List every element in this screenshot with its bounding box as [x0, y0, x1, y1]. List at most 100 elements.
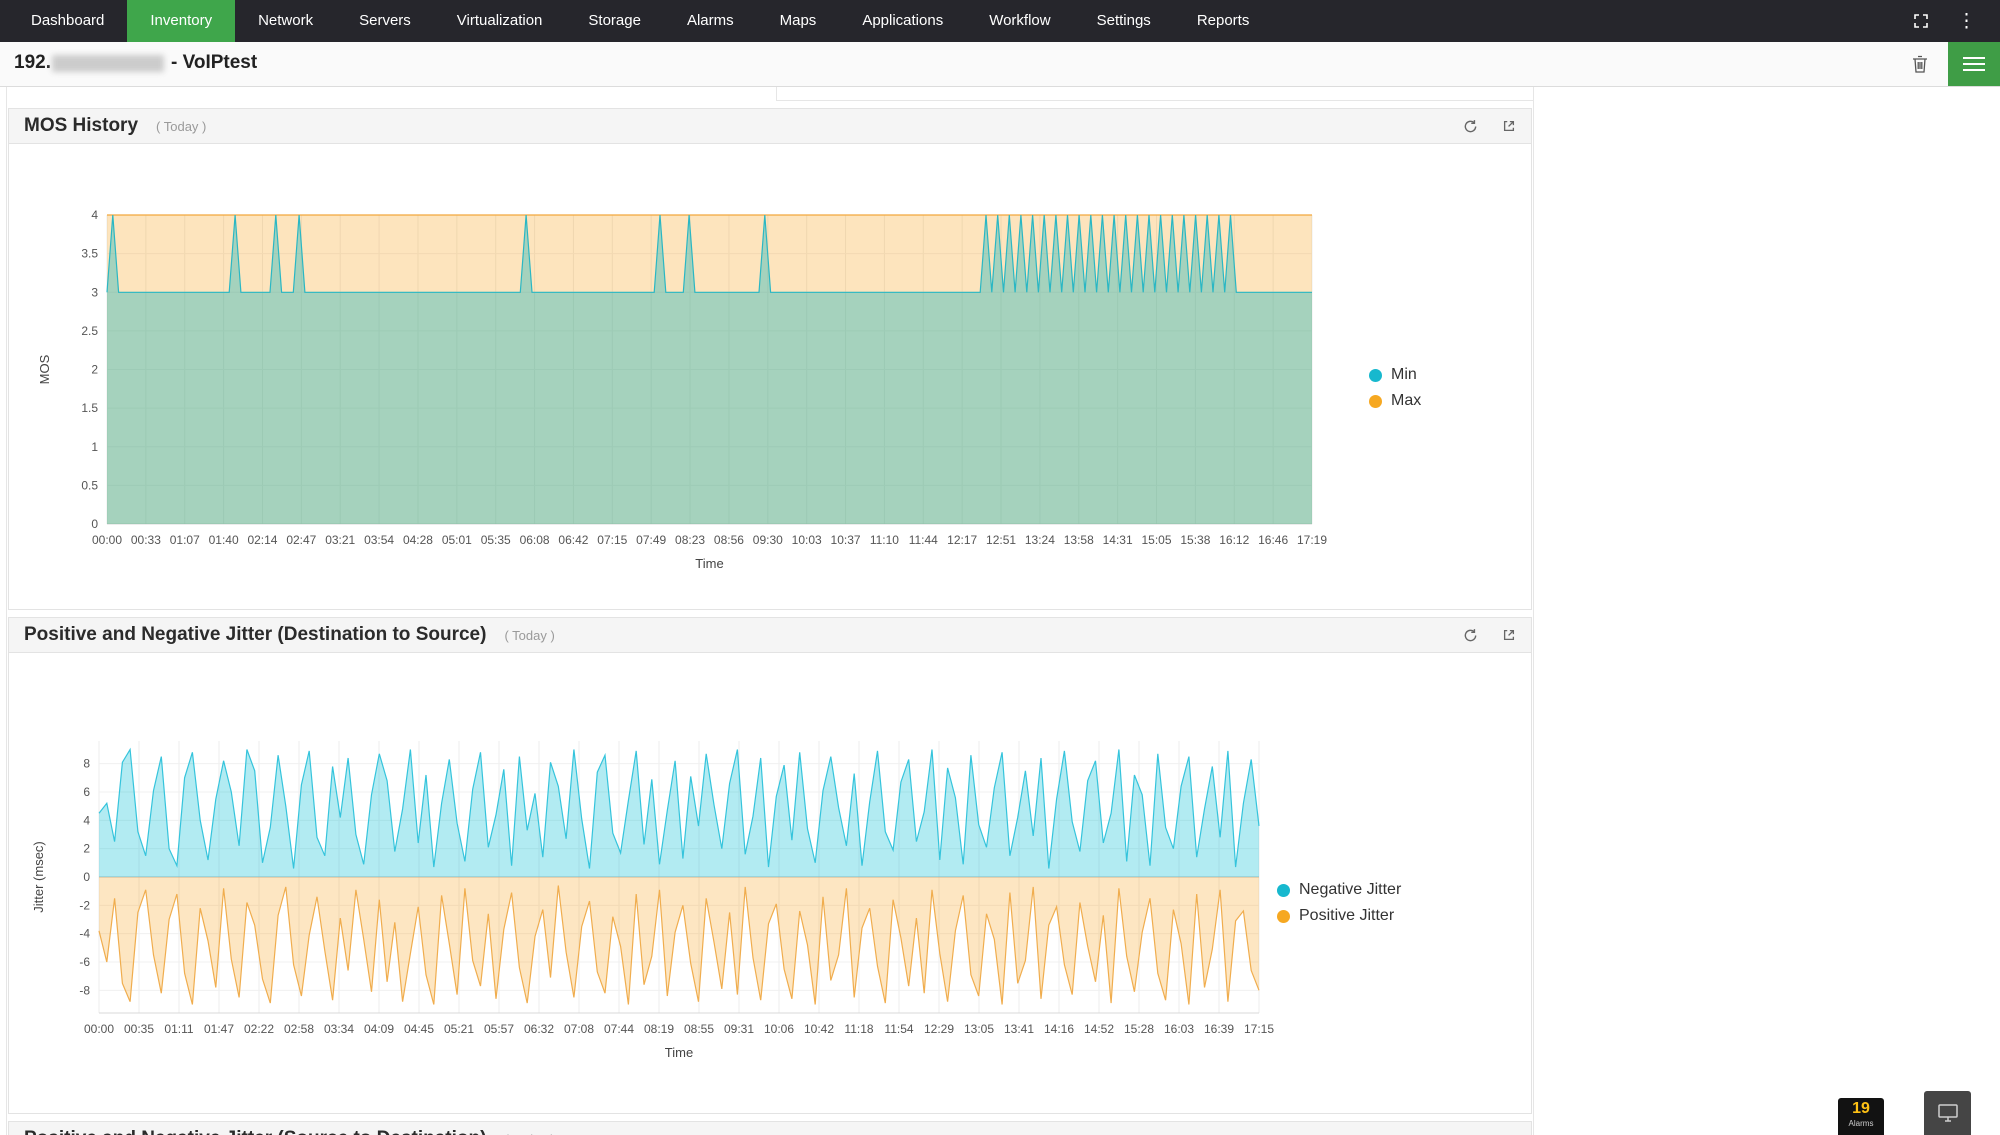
svg-text:17:19: 17:19: [1297, 533, 1327, 547]
svg-text:11:44: 11:44: [909, 533, 938, 547]
legend-label: Positive Jitter: [1299, 907, 1394, 925]
svg-text:01:11: 01:11: [164, 1022, 193, 1036]
svg-text:4: 4: [83, 813, 90, 827]
legend-item[interactable]: Max: [1369, 392, 1421, 410]
svg-text:13:58: 13:58: [1064, 533, 1094, 547]
svg-text:00:33: 00:33: [131, 533, 161, 547]
svg-text:10:03: 10:03: [792, 533, 822, 547]
refresh-icon[interactable]: [1463, 119, 1478, 134]
svg-text:05:35: 05:35: [481, 533, 511, 547]
refresh-icon[interactable]: [1463, 628, 1478, 643]
legend-item[interactable]: Negative Jitter: [1277, 881, 1401, 899]
jitter-legend: Negative Jitter Positive Jitter: [1277, 881, 1401, 925]
svg-text:06:42: 06:42: [558, 533, 588, 547]
svg-text:04:45: 04:45: [404, 1022, 434, 1036]
svg-text:2: 2: [83, 842, 90, 856]
svg-text:3: 3: [91, 285, 98, 299]
svg-text:13:24: 13:24: [1025, 533, 1055, 547]
device-header: 192. - VoIPtest: [0, 42, 2000, 87]
page-title: 192. - VoIPtest: [14, 52, 257, 74]
nav-item-settings[interactable]: Settings: [1074, 0, 1174, 42]
svg-text:02:58: 02:58: [284, 1022, 314, 1036]
svg-text:1.5: 1.5: [81, 401, 98, 415]
svg-text:10:37: 10:37: [831, 533, 861, 547]
svg-text:14:52: 14:52: [1084, 1022, 1114, 1036]
main-content: MOS History ( Today ) 00:0000:3301:0701:…: [6, 87, 1534, 1135]
svg-text:2: 2: [91, 363, 98, 377]
svg-text:08:19: 08:19: [644, 1022, 674, 1036]
svg-text:05:21: 05:21: [444, 1022, 474, 1036]
popout-icon[interactable]: [1502, 628, 1516, 642]
delete-device-icon[interactable]: [1912, 55, 1928, 78]
nav-item-workflow[interactable]: Workflow: [966, 0, 1073, 42]
svg-text:13:05: 13:05: [964, 1022, 994, 1036]
svg-text:15:38: 15:38: [1180, 533, 1210, 547]
panel-header: MOS History ( Today ): [9, 109, 1531, 144]
svg-text:01:40: 01:40: [209, 533, 239, 547]
svg-text:10:42: 10:42: [804, 1022, 834, 1036]
svg-text:06:08: 06:08: [520, 533, 550, 547]
popout-icon[interactable]: [1502, 119, 1516, 133]
svg-text:12:51: 12:51: [986, 533, 1016, 547]
nav-item-alarms[interactable]: Alarms: [664, 0, 757, 42]
svg-text:09:30: 09:30: [753, 533, 783, 547]
kebab-menu-icon[interactable]: ⋮: [1957, 12, 1976, 31]
svg-text:01:07: 01:07: [170, 533, 200, 547]
svg-text:09:31: 09:31: [724, 1022, 754, 1036]
nav-item-reports[interactable]: Reports: [1174, 0, 1273, 42]
nav-item-servers[interactable]: Servers: [336, 0, 434, 42]
panel-title: Positive and Negative Jitter (Source to …: [24, 1128, 486, 1135]
svg-text:06:32: 06:32: [524, 1022, 554, 1036]
nav-item-dashboard[interactable]: Dashboard: [8, 0, 127, 42]
svg-text:16:12: 16:12: [1219, 533, 1249, 547]
svg-text:-2: -2: [79, 898, 90, 912]
nav-item-virtualization[interactable]: Virtualization: [434, 0, 566, 42]
svg-text:13:41: 13:41: [1004, 1022, 1034, 1036]
nav-item-network[interactable]: Network: [235, 0, 336, 42]
nav-item-maps[interactable]: Maps: [757, 0, 840, 42]
svg-text:01:47: 01:47: [204, 1022, 234, 1036]
svg-text:4: 4: [91, 208, 98, 222]
svg-text:05:57: 05:57: [484, 1022, 514, 1036]
alarms-label: Alarms: [1838, 1120, 1884, 1128]
hamburger-menu-button[interactable]: [1948, 42, 2000, 86]
panel-header: Positive and Negative Jitter (Destinatio…: [9, 618, 1531, 653]
svg-text:08:23: 08:23: [675, 533, 705, 547]
legend-item[interactable]: Positive Jitter: [1277, 907, 1401, 925]
svg-text:03:21: 03:21: [325, 533, 355, 547]
nav-right-icons: ⋮: [1913, 0, 2000, 42]
svg-text:Time: Time: [695, 556, 723, 571]
svg-text:04:28: 04:28: [403, 533, 433, 547]
svg-text:07:15: 07:15: [597, 533, 627, 547]
svg-text:10:06: 10:06: [764, 1022, 794, 1036]
console-tool-button[interactable]: [1924, 1091, 1971, 1135]
panel-period: ( Today ): [156, 119, 206, 134]
svg-text:11:18: 11:18: [844, 1022, 873, 1036]
svg-text:Jitter (msec): Jitter (msec): [31, 841, 46, 913]
svg-text:16:39: 16:39: [1204, 1022, 1234, 1036]
mos-history-legend: Min Max: [1369, 366, 1421, 410]
nav-item-storage[interactable]: Storage: [565, 0, 664, 42]
svg-text:-8: -8: [79, 983, 90, 997]
panel-period: ( Today ): [504, 628, 554, 643]
panel-title: Positive and Negative Jitter (Destinatio…: [24, 624, 486, 646]
svg-text:6: 6: [83, 785, 90, 799]
legend-label: Negative Jitter: [1299, 881, 1401, 899]
panel-mos-history: MOS History ( Today ) 00:0000:3301:0701:…: [8, 108, 1532, 610]
svg-text:12:17: 12:17: [947, 533, 977, 547]
svg-text:11:54: 11:54: [884, 1022, 913, 1036]
legend-item[interactable]: Min: [1369, 366, 1421, 384]
alarms-badge[interactable]: 19 Alarms: [1838, 1098, 1884, 1135]
device-ip-prefix: 192.: [14, 52, 51, 74]
svg-text:2.5: 2.5: [81, 324, 98, 338]
panel-period: ( Today ): [504, 1132, 554, 1135]
svg-text:12:29: 12:29: [924, 1022, 954, 1036]
svg-text:08:56: 08:56: [714, 533, 744, 547]
svg-text:0.5: 0.5: [81, 478, 98, 492]
svg-text:04:09: 04:09: [364, 1022, 394, 1036]
svg-text:14:16: 14:16: [1044, 1022, 1074, 1036]
nav-item-applications[interactable]: Applications: [839, 0, 966, 42]
fullscreen-icon[interactable]: [1913, 13, 1929, 29]
nav-item-inventory[interactable]: Inventory: [127, 0, 235, 42]
svg-text:-4: -4: [79, 927, 90, 941]
